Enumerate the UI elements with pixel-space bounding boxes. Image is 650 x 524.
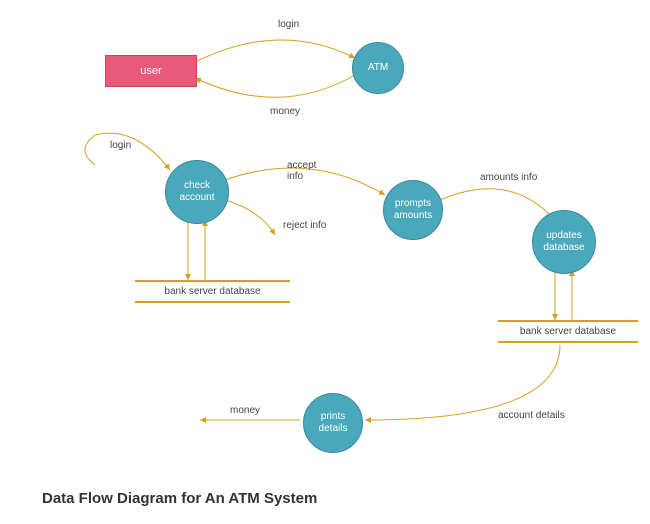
- datastore-bank-server-2: bank server database: [498, 320, 638, 343]
- label-accept-info: accept info: [287, 160, 316, 182]
- process-atm: ATM: [352, 42, 404, 94]
- label-amounts-info: amounts info: [480, 172, 537, 183]
- label-login-2: login: [110, 140, 131, 151]
- diagram-title: Data Flow Diagram for An ATM System: [42, 490, 317, 507]
- datastore-bank-server-1: bank server database: [135, 280, 290, 303]
- label-login-1: login: [278, 19, 299, 30]
- process-prints-details: prints details: [303, 393, 363, 453]
- label-reject-info: reject info: [283, 220, 326, 231]
- process-prompts-amounts: prompts amounts: [383, 180, 443, 240]
- label-money-2: money: [230, 405, 260, 416]
- process-check-account: check account: [165, 160, 229, 224]
- label-money-1: money: [270, 106, 300, 117]
- process-updates-database: updates database: [532, 210, 596, 274]
- entity-user: user: [105, 55, 197, 87]
- label-account-details: account details: [498, 410, 565, 421]
